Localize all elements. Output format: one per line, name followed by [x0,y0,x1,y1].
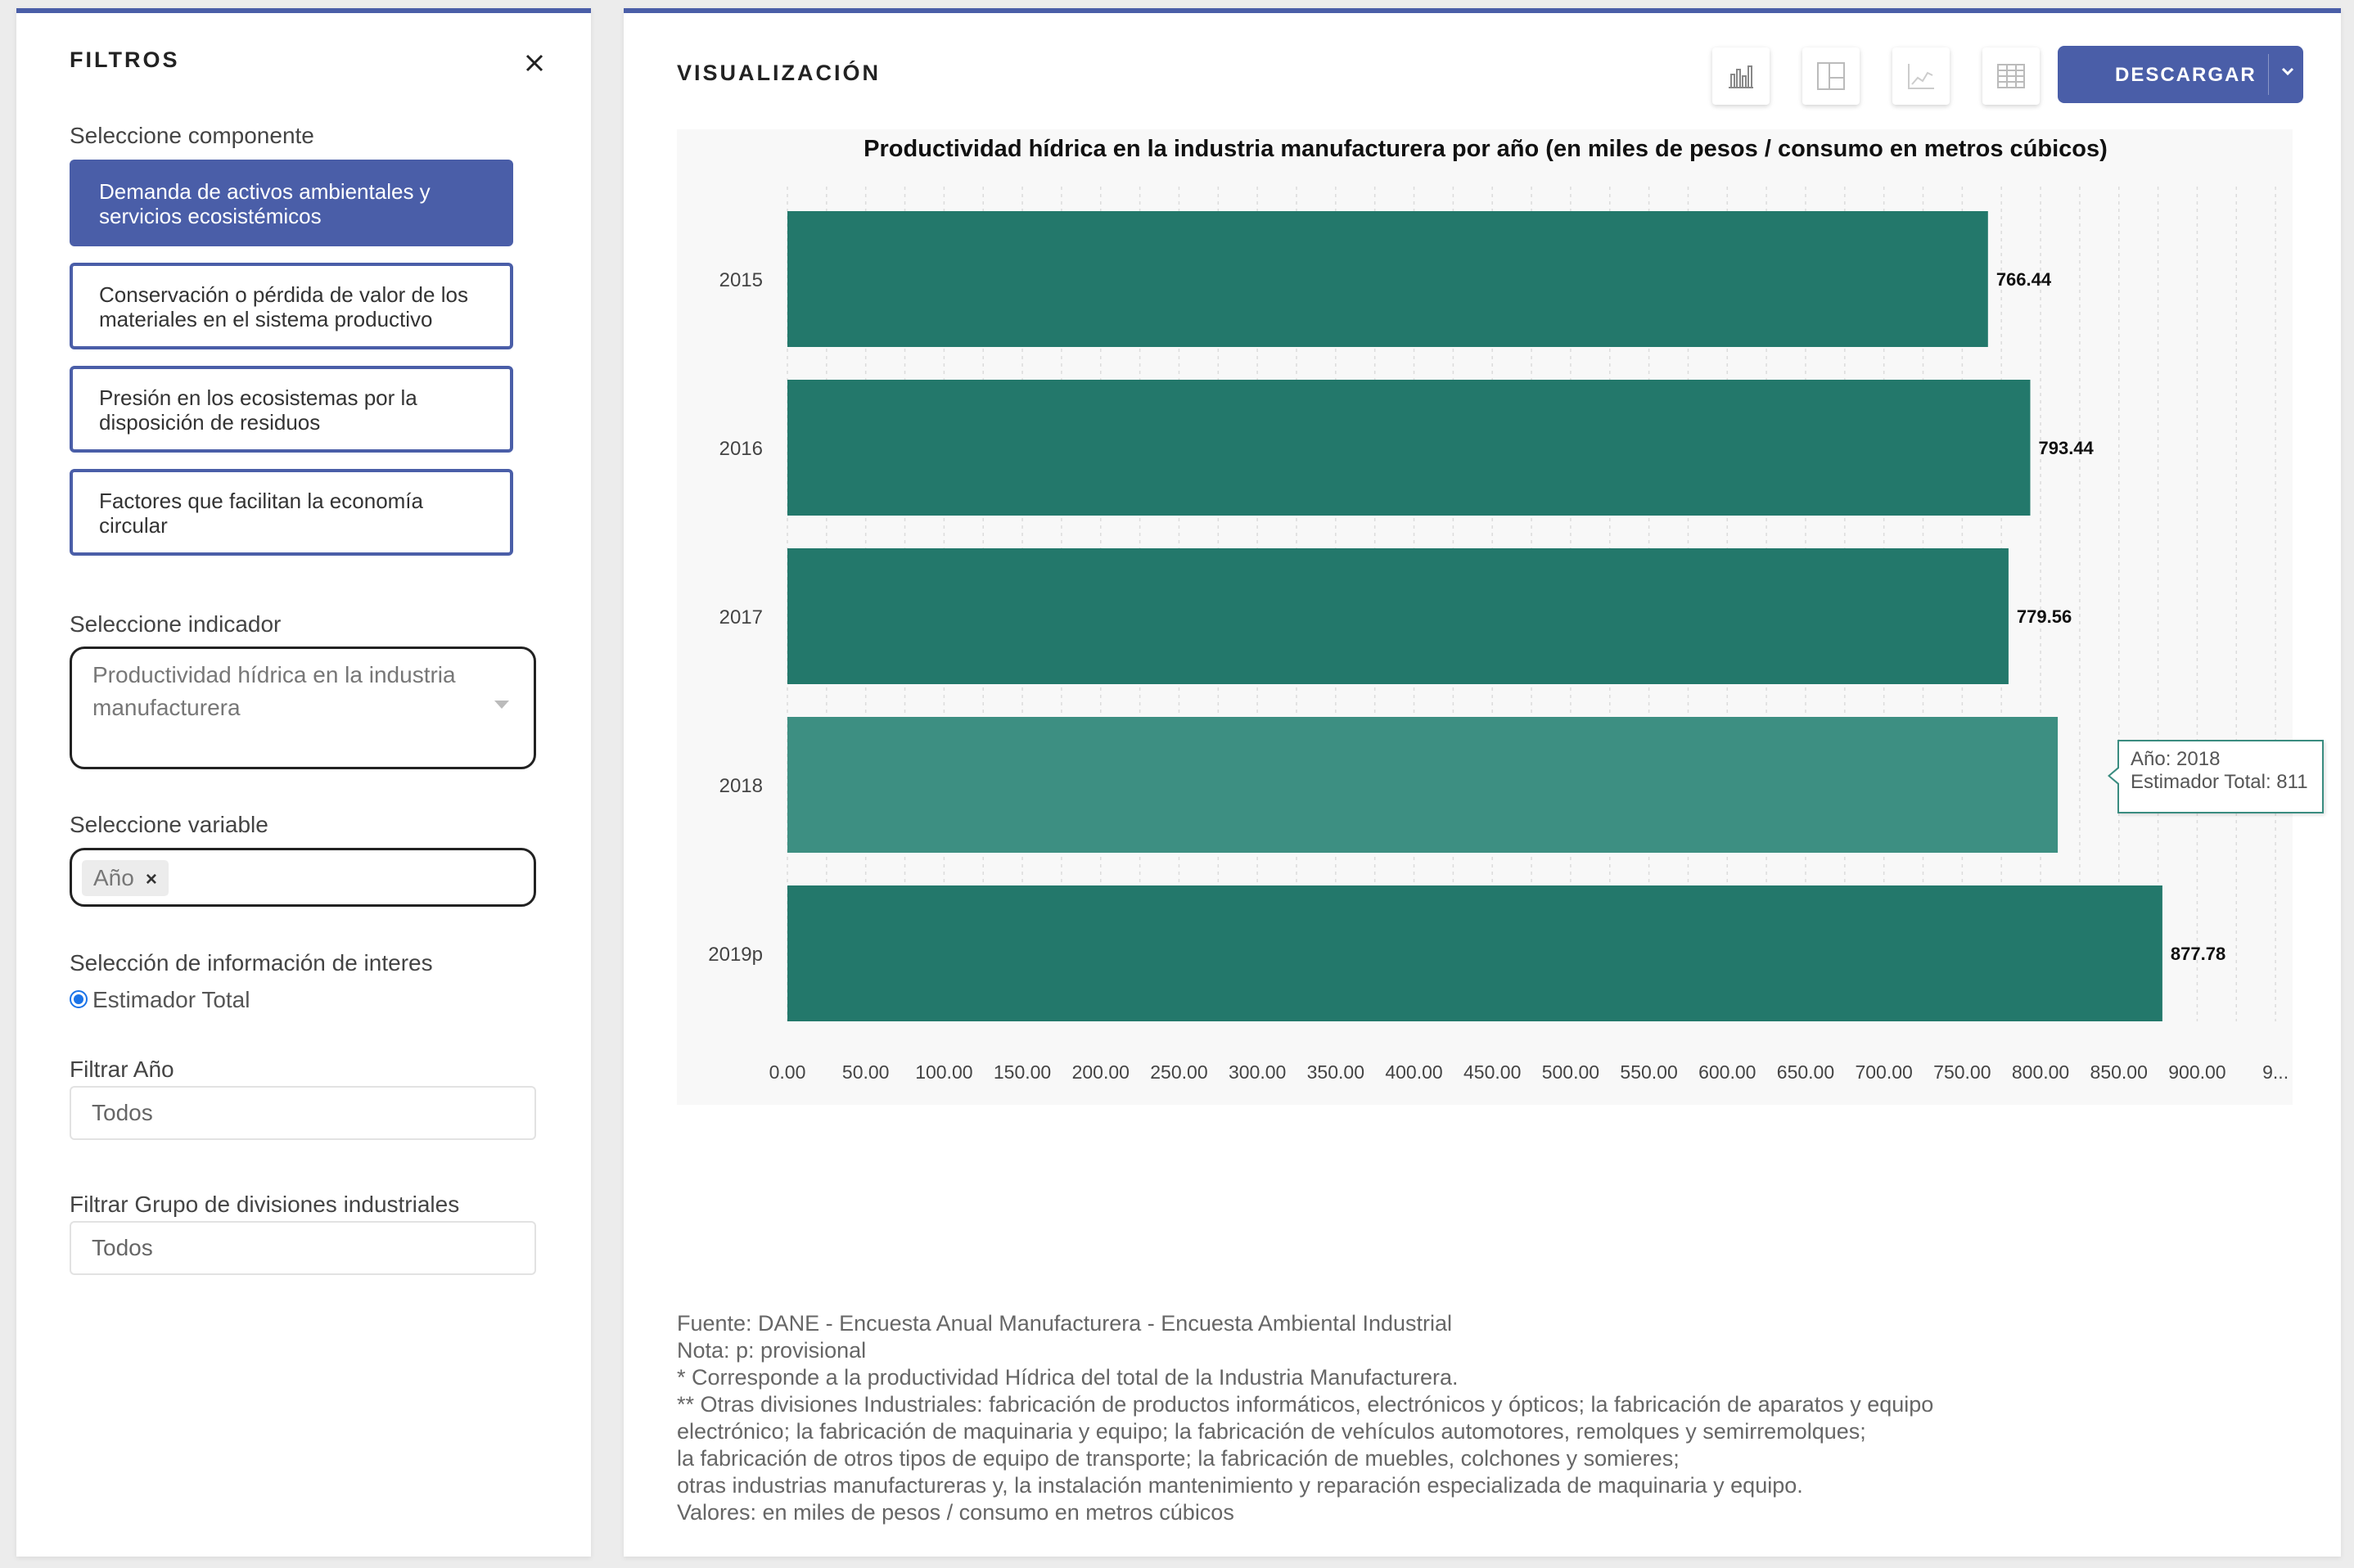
estimador-total-radio-row[interactable]: Estimador Total [70,987,250,1013]
remove-tag-icon[interactable]: × [146,868,157,890]
note-line: ** Otras divisiones Industriales: fabric… [677,1392,1934,1417]
variable-label: Seleccione variable [70,812,268,837]
close-filters-button[interactable] [521,49,548,77]
component-button-factores[interactable]: Factores que facilitan la economía circu… [70,469,513,556]
component-button-demanda[interactable]: Demanda de activos ambientales y servici… [70,160,513,246]
note-line: la fabricación de otros tipos de equipo … [677,1446,1680,1471]
note-line: Valores: en miles de pesos / consumo en … [677,1500,1234,1525]
component-label: Seleccione componente [70,123,314,148]
close-icon [525,54,543,72]
category-label: 2019p [708,944,763,966]
info-label: Selección de información de interes [70,950,433,975]
bar-2016[interactable] [787,380,2031,516]
table-view-button[interactable] [1982,47,2040,105]
note-line: electrónico; la fabricación de maquinari… [677,1419,1866,1444]
data-label: 779.56 [2017,606,2072,627]
chart-tooltip: Año: 2018 Estimador Total: 811 [2108,740,2324,813]
radio-button[interactable] [70,990,88,1008]
visualization-panel: VISUALIZACIÓN DESCARGAR Productividad hí… [624,8,2341,1557]
bar-2018[interactable] [787,717,2059,853]
component-button-presion[interactable]: Presión en los ecosistemas por la dispos… [70,366,513,453]
x-tick-label: 850.00 [2090,1061,2148,1083]
note-line: Fuente: DANE - Encuesta Anual Manufactur… [677,1311,1453,1336]
chevron-down-icon[interactable] [2277,61,2298,82]
bar-chart: Productividad hídrica en la industria ma… [708,136,2289,1083]
year-filter-label: Filtrar Año [70,1057,174,1082]
category-label: 2017 [719,606,763,629]
note-line: * Corresponde a la productividad Hídrica… [677,1365,1459,1390]
bar-2019p[interactable] [787,885,2162,1021]
x-tick-label: 550.00 [1620,1061,1677,1083]
tooltip-year: Año: 2018 [2131,748,2221,770]
line-chart-view-button[interactable] [1892,47,1950,105]
bar-chart-icon [1729,65,1753,88]
filters-title: FILTROS [70,47,180,72]
x-tick-label: 800.00 [2012,1061,2069,1083]
visualization-title: VISUALIZACIÓN [677,61,882,85]
group-filter-label: Filtrar Grupo de divisiones industriales [70,1192,460,1217]
x-tick-label: 50.00 [842,1061,890,1083]
x-tick-label: 150.00 [994,1061,1051,1083]
bar-2015[interactable] [787,211,1988,347]
radio-label: Estimador Total [92,987,250,1012]
bar-2017[interactable] [787,548,2009,684]
table-icon [1997,64,2025,88]
x-tick-label: 100.00 [915,1061,972,1083]
x-axis-ticks: 0.00 50.00 100.00 150.00 200.00 250.00 300.00 3… [769,1061,2289,1083]
x-tick-label: 900.00 [2168,1061,2225,1083]
bar-chart-view-button[interactable] [1712,47,1770,105]
indicator-select-value: Productividad hídrica en la industria ma… [92,662,456,720]
download-label: DESCARGAR [2115,64,2257,86]
year-filter-input[interactable]: Todos [70,1086,536,1140]
bars: 2015 766.44 2016 793.44 2017 779.56 2018 2019p 8… [708,211,2225,1021]
x-tick-label: 9... [2262,1061,2289,1083]
indicator-select[interactable]: Productividad hídrica en la industria ma… [70,647,536,769]
x-tick-label: 250.00 [1150,1061,1207,1083]
x-tick-label: 600.00 [1698,1061,1756,1083]
x-tick-label: 300.00 [1229,1061,1286,1083]
tooltip-value: Estimador Total: 811 [2131,771,2308,793]
category-label: 2015 [719,269,763,291]
note-line: otras industrias manufactureras y, la in… [677,1473,1803,1498]
x-tick-label: 750.00 [1933,1061,1991,1083]
category-label: 2016 [719,438,763,460]
data-label: 793.44 [2038,438,2094,458]
chart-title: Productividad hídrica en la industria ma… [864,136,2108,162]
variable-tag: Año × [82,860,169,896]
x-tick-label: 400.00 [1385,1061,1442,1083]
line-chart-icon [1908,64,1934,89]
note-line: Nota: p: provisional [677,1338,867,1363]
x-tick-label: 200.00 [1072,1061,1130,1083]
treemap-icon [1817,62,1845,90]
component-button-conservacion[interactable]: Conservación o pérdida de valor de los m… [70,263,513,349]
download-divider [2268,54,2269,95]
chart-notes: Fuente: DANE - Encuesta Anual Manufactur… [677,1310,2298,1526]
chevron-down-icon [494,701,509,709]
chart-area: Productividad hídrica en la industria ma… [677,129,2324,1105]
variable-select[interactable]: Año × [70,848,536,907]
x-tick-label: 500.00 [1542,1061,1599,1083]
download-button[interactable]: DESCARGAR [2058,46,2303,103]
filters-panel: FILTROS Seleccione componente Demanda de… [16,8,591,1557]
treemap-view-button[interactable] [1802,47,1860,105]
indicator-label: Seleccione indicador [70,611,282,637]
category-label: 2018 [719,775,763,797]
x-tick-label: 450.00 [1463,1061,1521,1083]
x-tick-label: 700.00 [1855,1061,1912,1083]
data-label: 877.78 [2171,944,2225,964]
data-label: 766.44 [1996,269,2052,290]
x-tick-label: 0.00 [769,1061,806,1083]
variable-tag-label: Año [93,865,134,890]
x-tick-label: 650.00 [1777,1061,1834,1083]
group-filter-input[interactable]: Todos [70,1221,536,1275]
x-tick-label: 350.00 [1307,1061,1364,1083]
